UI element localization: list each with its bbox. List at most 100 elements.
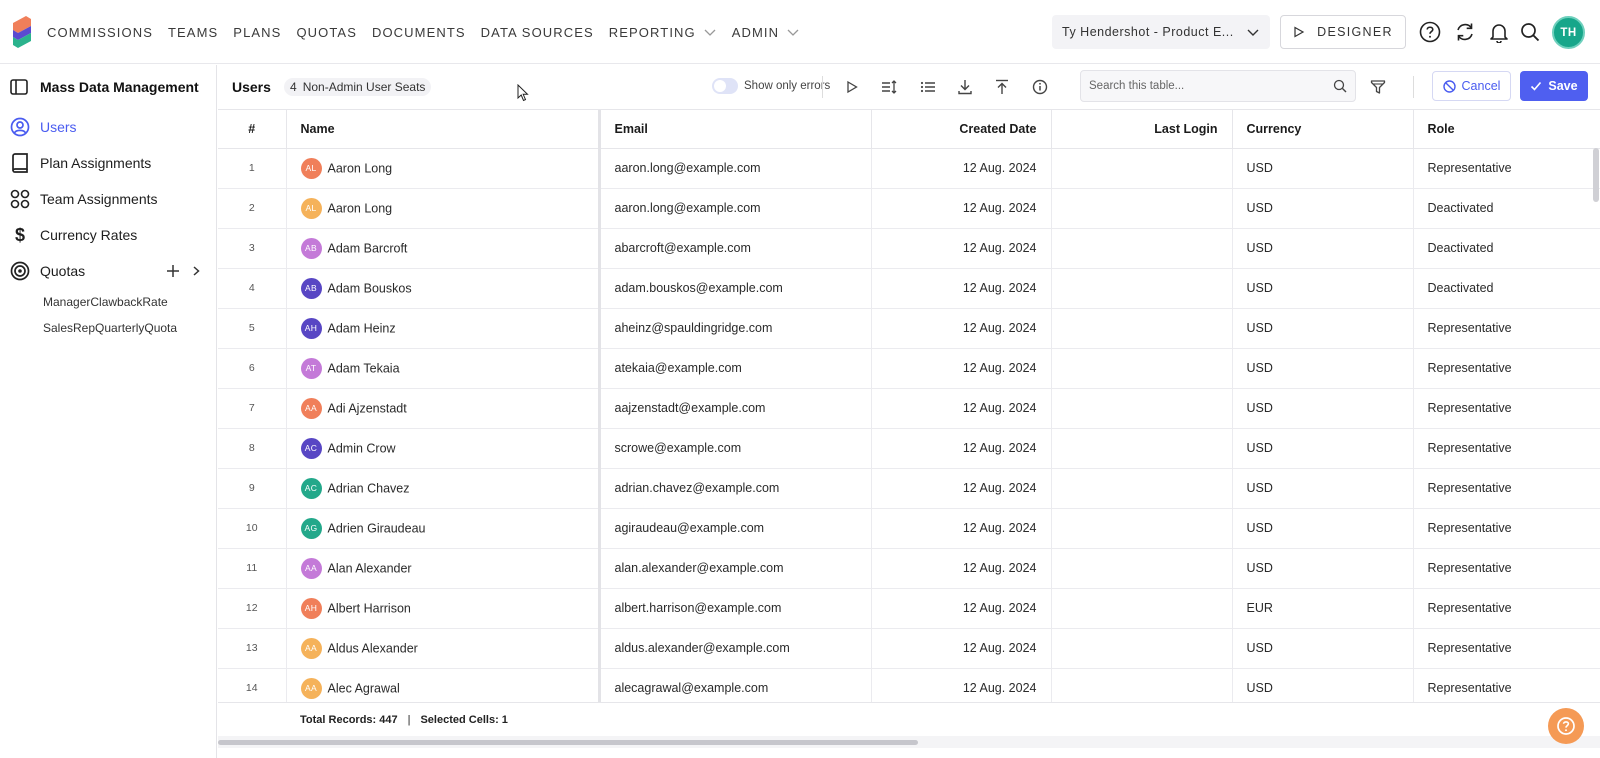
add-quota-icon[interactable] — [166, 264, 180, 278]
email-cell[interactable]: albert.harrison@example.com — [599, 588, 872, 629]
sort-columns-icon[interactable] — [879, 77, 899, 97]
role-cell[interactable]: Deactivated — [1413, 268, 1600, 309]
currency-cell[interactable]: USD — [1232, 548, 1414, 589]
role-cell[interactable]: Representative — [1413, 348, 1600, 389]
currency-cell[interactable]: USD — [1232, 388, 1414, 429]
sidebar-item-currency-rates[interactable]: $ Currency Rates — [0, 217, 216, 253]
role-cell[interactable]: Deactivated — [1413, 188, 1600, 229]
upload-icon[interactable] — [992, 77, 1012, 97]
table-row[interactable]: 14 AA Alec Agrawal alecagrawal@example.com 1… — [218, 668, 1600, 702]
role-cell[interactable]: Representative — [1413, 148, 1600, 189]
email-cell[interactable]: adam.bouskos@example.com — [599, 268, 872, 309]
column-header-name[interactable]: Name — [286, 110, 601, 149]
row-number-cell[interactable]: 5 — [218, 308, 287, 349]
download-icon[interactable] — [955, 77, 975, 97]
row-number-cell[interactable]: 3 — [218, 228, 287, 269]
column-header-email[interactable]: Email — [599, 110, 872, 149]
help-icon[interactable] — [1418, 20, 1442, 44]
last-login-cell[interactable] — [1051, 148, 1233, 189]
role-cell[interactable]: Representative — [1413, 428, 1600, 469]
table-row[interactable]: 10 AG Adrien Giraudeau agiraudeau@example.c… — [218, 508, 1600, 549]
currency-cell[interactable]: USD — [1232, 668, 1414, 702]
email-cell[interactable]: aaron.long@example.com — [599, 188, 872, 229]
row-number-cell[interactable]: 10 — [218, 508, 287, 549]
column-header-number[interactable]: # — [218, 110, 287, 149]
nav-quotas[interactable]: QUOTAS — [296, 25, 357, 40]
column-header-created-date[interactable]: Created Date — [871, 110, 1052, 149]
currency-cell[interactable]: EUR — [1232, 588, 1414, 629]
nav-plans[interactable]: PLANS — [233, 25, 281, 40]
role-cell[interactable]: Representative — [1413, 308, 1600, 349]
name-cell[interactable]: AA Adi Ajzenstadt — [286, 388, 601, 429]
horizontal-scrollbar[interactable] — [218, 736, 1600, 748]
list-icon[interactable] — [918, 77, 938, 97]
row-number-cell[interactable]: 7 — [218, 388, 287, 429]
currency-cell[interactable]: USD — [1232, 308, 1414, 349]
row-number-cell[interactable]: 4 — [218, 268, 287, 309]
last-login-cell[interactable] — [1051, 468, 1233, 509]
panel-toggle-icon[interactable] — [10, 79, 28, 95]
created-date-cell[interactable]: 12 Aug. 2024 — [871, 428, 1052, 469]
currency-cell[interactable]: USD — [1232, 188, 1414, 229]
created-date-cell[interactable]: 12 Aug. 2024 — [871, 508, 1052, 549]
created-date-cell[interactable]: 12 Aug. 2024 — [871, 588, 1052, 629]
cancel-button[interactable]: Cancel — [1432, 71, 1511, 101]
currency-cell[interactable]: USD — [1232, 428, 1414, 469]
column-header-currency[interactable]: Currency — [1232, 110, 1414, 149]
nav-commissions[interactable]: COMMISSIONS — [47, 25, 153, 40]
row-number-cell[interactable]: 2 — [218, 188, 287, 229]
email-cell[interactable]: agiraudeau@example.com — [599, 508, 872, 549]
name-cell[interactable]: AC Adrian Chavez — [286, 468, 601, 509]
currency-cell[interactable]: USD — [1232, 628, 1414, 669]
role-cell[interactable]: Representative — [1413, 628, 1600, 669]
created-date-cell[interactable]: 12 Aug. 2024 — [871, 148, 1052, 189]
last-login-cell[interactable] — [1051, 588, 1233, 629]
email-cell[interactable]: alecagrawal@example.com — [599, 668, 872, 702]
column-header-last-login[interactable]: Last Login — [1051, 110, 1233, 149]
last-login-cell[interactable] — [1051, 628, 1233, 669]
nav-data-sources[interactable]: DATA SOURCES — [481, 25, 594, 40]
show-only-errors-toggle[interactable]: Show only errors — [712, 78, 830, 94]
table-search[interactable] — [1080, 70, 1356, 102]
role-cell[interactable]: Deactivated — [1413, 228, 1600, 269]
designer-button[interactable]: DESIGNER — [1280, 15, 1406, 49]
role-cell[interactable]: Representative — [1413, 468, 1600, 509]
table-row[interactable]: 1 AL Aaron Long aaron.long@example.com 12 Au… — [218, 148, 1600, 189]
nav-reporting[interactable]: REPORTING — [609, 25, 717, 40]
role-cell[interactable]: Representative — [1413, 548, 1600, 589]
nav-teams[interactable]: TEAMS — [168, 25, 218, 40]
created-date-cell[interactable]: 12 Aug. 2024 — [871, 228, 1052, 269]
table-row[interactable]: 11 AA Alan Alexander alan.alexander@example… — [218, 548, 1600, 589]
email-cell[interactable]: adrian.chavez@example.com — [599, 468, 872, 509]
table-row[interactable]: 7 AA Adi Ajzenstadt aajzenstadt@example.com… — [218, 388, 1600, 429]
currency-cell[interactable]: USD — [1232, 468, 1414, 509]
last-login-cell[interactable] — [1051, 388, 1233, 429]
created-date-cell[interactable]: 12 Aug. 2024 — [871, 308, 1052, 349]
email-cell[interactable]: aldus.alexander@example.com — [599, 628, 872, 669]
search-icon[interactable] — [1518, 20, 1542, 44]
role-cell[interactable]: Representative — [1413, 388, 1600, 429]
horizontal-scrollbar-thumb[interactable] — [218, 740, 918, 745]
row-number-cell[interactable]: 1 — [218, 148, 287, 189]
name-cell[interactable]: AA Aldus Alexander — [286, 628, 601, 669]
name-cell[interactable]: AT Adam Tekaia — [286, 348, 601, 389]
role-cell[interactable]: Representative — [1413, 668, 1600, 702]
last-login-cell[interactable] — [1051, 348, 1233, 389]
created-date-cell[interactable]: 12 Aug. 2024 — [871, 388, 1052, 429]
email-cell[interactable]: scrowe@example.com — [599, 428, 872, 469]
currency-cell[interactable]: USD — [1232, 228, 1414, 269]
table-row[interactable]: 3 AB Adam Barcroft abarcroft@example.com 12 … — [218, 228, 1600, 269]
name-cell[interactable]: AH Albert Harrison — [286, 588, 601, 629]
last-login-cell[interactable] — [1051, 508, 1233, 549]
filter-icon[interactable] — [1368, 77, 1388, 97]
email-cell[interactable]: aheinz@spauldingridge.com — [599, 308, 872, 349]
created-date-cell[interactable]: 12 Aug. 2024 — [871, 348, 1052, 389]
email-cell[interactable]: aajzenstadt@example.com — [599, 388, 872, 429]
nav-documents[interactable]: DOCUMENTS — [372, 25, 466, 40]
info-icon[interactable] — [1030, 77, 1050, 97]
email-cell[interactable]: abarcroft@example.com — [599, 228, 872, 269]
created-date-cell[interactable]: 12 Aug. 2024 — [871, 628, 1052, 669]
bell-icon[interactable] — [1487, 20, 1511, 44]
created-date-cell[interactable]: 12 Aug. 2024 — [871, 548, 1052, 589]
table-row[interactable]: 8 AC Admin Crow scrowe@example.com 12 Aug. 2… — [218, 428, 1600, 469]
